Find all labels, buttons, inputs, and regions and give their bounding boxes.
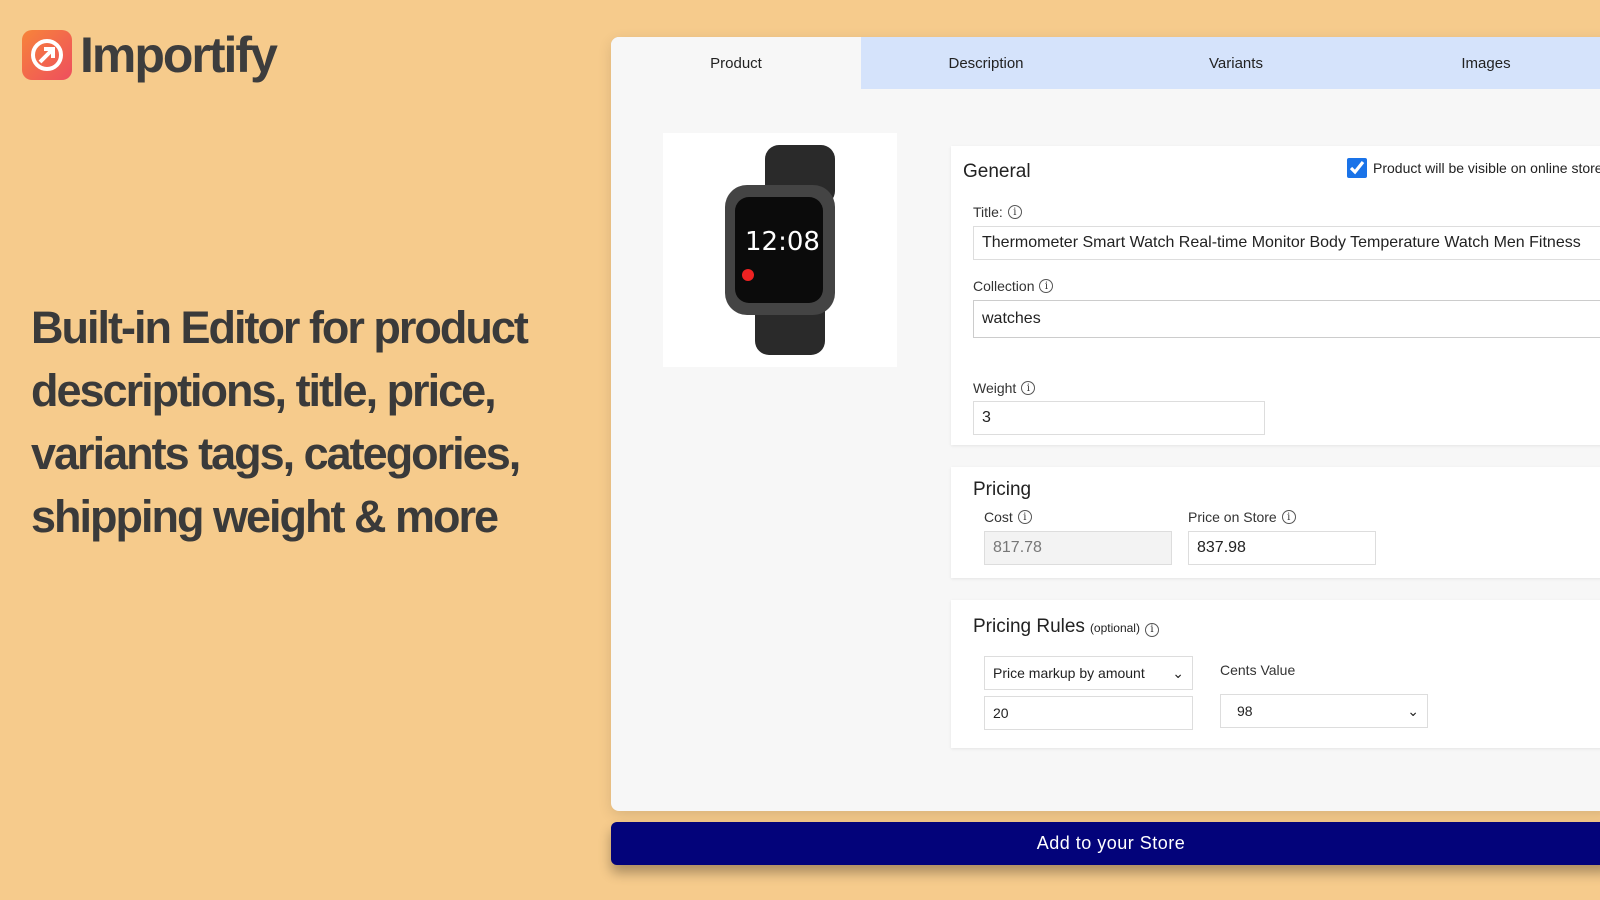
info-icon[interactable]: i bbox=[1144, 622, 1159, 637]
cost-input: 817.78 bbox=[984, 531, 1172, 565]
add-to-store-button[interactable]: Add to your Store bbox=[611, 822, 1600, 865]
cents-select[interactable]: 98 ⌄ bbox=[1220, 694, 1428, 728]
visible-checkbox[interactable] bbox=[1347, 158, 1367, 178]
general-card: General Product will be visible on onlin… bbox=[951, 146, 1600, 445]
visible-label: Product will be visible on online store bbox=[1373, 160, 1600, 176]
pricing-rules-heading: Pricing Rules bbox=[973, 616, 1085, 637]
info-icon[interactable]: i bbox=[1007, 205, 1022, 219]
optional-label: (optional) bbox=[1089, 621, 1140, 635]
collection-input[interactable]: watches bbox=[973, 300, 1600, 338]
weight-input[interactable]: 3 bbox=[973, 401, 1265, 435]
chevron-down-icon: ⌄ bbox=[1407, 702, 1419, 719]
price-input[interactable]: 837.98 bbox=[1188, 531, 1376, 565]
chevron-down-icon: ⌄ bbox=[1172, 664, 1184, 681]
price-label: Price on Store bbox=[1188, 509, 1277, 525]
collection-label: Collection bbox=[973, 278, 1035, 294]
svg-text:12:08: 12:08 bbox=[745, 227, 820, 257]
weight-label: Weight bbox=[973, 380, 1017, 396]
tab-bar: Product Description Variants Images bbox=[611, 37, 1600, 89]
info-icon[interactable]: i bbox=[1039, 279, 1054, 293]
info-icon[interactable]: i bbox=[1021, 381, 1036, 395]
pricing-heading: Pricing bbox=[973, 479, 1032, 500]
markup-amount-input[interactable]: 20 bbox=[984, 696, 1193, 730]
logo-text: Importify bbox=[80, 27, 278, 83]
product-image: 12:08 bbox=[663, 133, 897, 367]
pricing-card: Pricing Cost i 817.78 Price on Store i 837… bbox=[951, 467, 1600, 578]
pricing-rules-card: Pricing Rules (optional) i Price markup … bbox=[951, 600, 1600, 748]
tab-description[interactable]: Description bbox=[861, 37, 1111, 89]
title-label: Title: bbox=[973, 204, 1003, 220]
cents-value: 98 bbox=[1237, 703, 1253, 719]
rule-type-select[interactable]: Price markup by amount ⌄ bbox=[984, 656, 1193, 690]
logo: Importify bbox=[22, 26, 278, 84]
general-heading: General bbox=[963, 161, 1031, 182]
info-icon[interactable]: i bbox=[1017, 510, 1032, 524]
tab-product[interactable]: Product bbox=[611, 37, 861, 89]
info-icon[interactable]: i bbox=[1281, 510, 1296, 524]
tab-variants[interactable]: Variants bbox=[1111, 37, 1361, 89]
title-input[interactable]: Thermometer Smart Watch Real-time Monito… bbox=[973, 226, 1600, 260]
cents-label: Cents Value bbox=[1220, 662, 1296, 678]
editor-panel: Product Description Variants Images 12:0… bbox=[611, 37, 1600, 811]
headline: Built-in Editor for product descriptions… bbox=[31, 302, 529, 542]
rule-type-value: Price markup by amount bbox=[993, 665, 1145, 681]
cost-label: Cost bbox=[984, 509, 1013, 525]
tab-images[interactable]: Images bbox=[1361, 37, 1600, 89]
logo-arrow-icon bbox=[22, 30, 72, 80]
